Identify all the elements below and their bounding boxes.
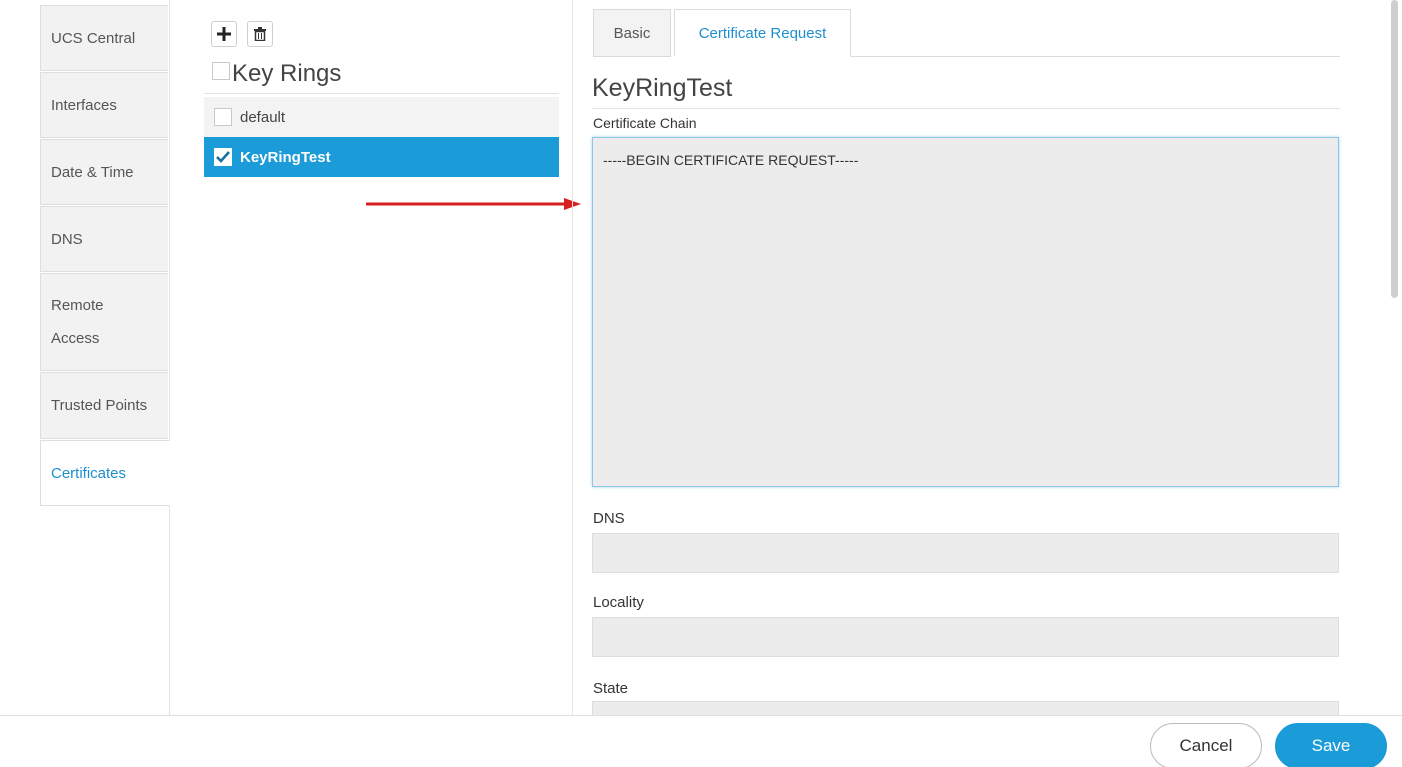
red-arrow-annotation [366, 198, 581, 210]
nav-item-label: Remote Access [51, 297, 104, 347]
nav-item-label: UCS Central [51, 29, 136, 47]
cancel-button[interactable]: Cancel [1150, 723, 1262, 767]
nav-item-trusted-points[interactable]: Trusted Points [40, 372, 168, 439]
nav-item-interfaces[interactable]: Interfaces [40, 72, 168, 138]
keyring-row-default[interactable]: default [204, 97, 559, 137]
dns-field[interactable] [592, 533, 1339, 573]
keyring-label: KeyRingTest [240, 148, 331, 166]
keyring-checkbox[interactable] [214, 148, 232, 166]
nav-item-remote-access[interactable]: Remote Access [40, 273, 168, 371]
nav-item-label: Trusted Points [51, 397, 148, 414]
keyrings-title: Key Rings [232, 60, 342, 87]
keyring-label: default [240, 108, 286, 126]
panel-divider [572, 0, 573, 715]
nav-item-label: DNS [51, 230, 83, 248]
keyring-name-heading: KeyRingTest [592, 74, 733, 102]
tab-underline [851, 56, 1340, 57]
select-all-checkbox[interactable] [212, 62, 230, 80]
nav-item-certificates[interactable]: Certificates [40, 440, 170, 506]
divider [592, 108, 1340, 109]
tab-label: Certificate Request [698, 24, 827, 42]
dns-label: DNS [593, 510, 625, 527]
delete-keyring-button[interactable] [247, 21, 273, 47]
tab-certificate-request[interactable]: Certificate Request [674, 9, 851, 57]
checkmark-icon [216, 151, 230, 163]
footer-divider [0, 715, 1402, 716]
nav-item-dns[interactable]: DNS [40, 206, 168, 272]
scrollbar[interactable] [1391, 0, 1398, 298]
nav-item-ucs-central[interactable]: UCS Central [40, 5, 168, 71]
plus-icon [217, 27, 231, 41]
certificate-chain-label: Certificate Chain [593, 115, 697, 131]
keyring-row-keyringtest[interactable]: KeyRingTest [204, 137, 559, 177]
trash-icon [254, 27, 266, 41]
nav-item-label: Date & Time [51, 163, 134, 181]
tab-label: Basic [613, 24, 651, 42]
locality-field[interactable] [592, 617, 1339, 657]
add-keyring-button[interactable] [211, 21, 237, 47]
nav-item-date-time[interactable]: Date & Time [40, 139, 168, 205]
tab-basic[interactable]: Basic [593, 9, 671, 57]
divider [204, 93, 559, 94]
save-button[interactable]: Save [1275, 723, 1387, 767]
locality-label: Locality [593, 594, 644, 611]
keyring-checkbox[interactable] [214, 108, 232, 126]
nav-item-label: Certificates [51, 464, 127, 482]
certificate-chain-textarea[interactable]: -----BEGIN CERTIFICATE REQUEST----- [592, 137, 1339, 487]
nav-item-label: Interfaces [51, 96, 117, 114]
state-label: State [593, 680, 629, 697]
state-field[interactable] [592, 701, 1339, 715]
settings-nav: UCS Central Interfaces Date & Time DNS R… [40, 0, 170, 715]
